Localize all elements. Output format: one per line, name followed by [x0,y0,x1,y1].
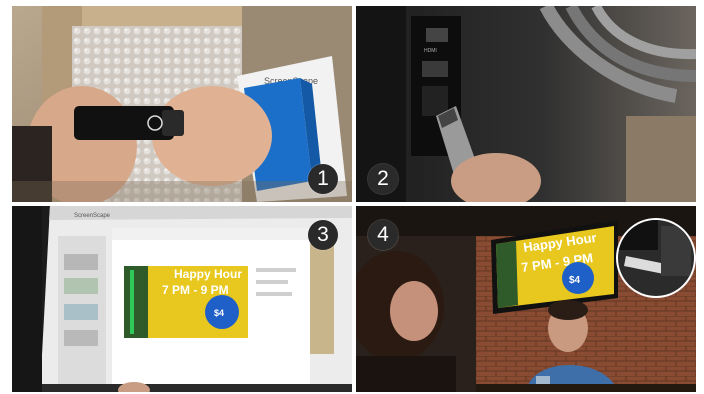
port-label: HDMI [424,48,437,54]
preview-time: 7 PM - 9 PM [162,283,229,297]
editor-app-name: ScreenScape [74,213,111,219]
photo-grid: ScreenScape 1 [0,0,704,394]
photo-step-4: Happy Hour 7 PM - 9 PM $4 4 [356,206,696,392]
unboxing-photo: ScreenScape [12,6,352,202]
preview-title: Happy Hour [174,267,242,281]
photo-step-2: HDMI 2 [356,6,696,202]
step-badge: 1 [308,164,338,194]
monitor-editor-photo: ScreenScape Happy Hour 7 PM - 9 PM $4 [12,206,352,392]
tv-port-photo: HDMI [356,6,696,202]
sign-price: $4 [569,275,581,286]
step-badge: 3 [308,220,338,250]
step-badge: 4 [368,220,398,250]
step-badge: 2 [368,164,398,194]
photo-step-3: ScreenScape Happy Hour 7 PM - 9 PM $4 3 [12,206,352,392]
preview-price: $4 [214,308,224,318]
photo-step-1: ScreenScape 1 [12,6,352,202]
restaurant-photo: Happy Hour 7 PM - 9 PM $4 [356,206,696,392]
